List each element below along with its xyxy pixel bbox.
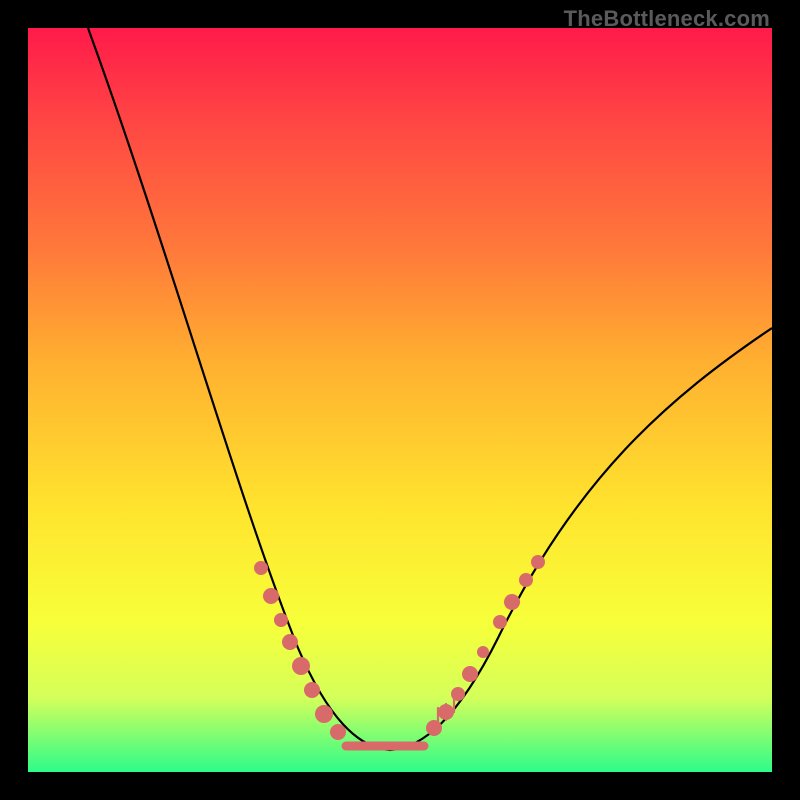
bottleneck-curve xyxy=(88,28,772,750)
marker-left xyxy=(292,657,310,675)
watermark-text: TheBottleneck.com xyxy=(564,6,770,32)
marker-right xyxy=(493,615,507,629)
marker-left xyxy=(330,724,346,740)
marker-right xyxy=(504,594,520,610)
chart-svg xyxy=(28,28,772,772)
marker-left xyxy=(304,682,320,698)
marker-right xyxy=(477,646,489,658)
marker-left xyxy=(315,705,333,723)
marker-left xyxy=(274,613,288,627)
marker-right xyxy=(531,555,545,569)
marker-right xyxy=(426,720,442,736)
marker-right xyxy=(462,666,478,682)
marker-left xyxy=(263,588,279,604)
marker-left xyxy=(282,634,298,650)
chart-gradient-area xyxy=(28,28,772,772)
marker-right xyxy=(519,573,533,587)
marker-left xyxy=(254,561,268,575)
